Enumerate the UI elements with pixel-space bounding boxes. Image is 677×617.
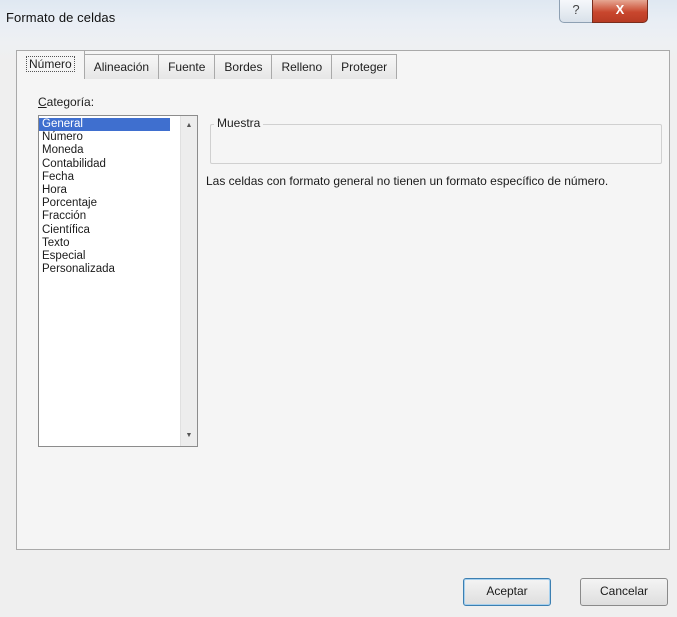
tab-fuente[interactable]: Fuente bbox=[158, 54, 216, 79]
category-item-porcentaje[interactable]: Porcentaje bbox=[39, 197, 177, 210]
help-icon: ? bbox=[572, 2, 580, 17]
category-item-moneda[interactable]: Moneda bbox=[39, 144, 177, 157]
scroll-down-icon[interactable]: ▼ bbox=[181, 428, 197, 444]
category-item-texto[interactable]: Texto bbox=[39, 237, 177, 250]
scroll-up-icon[interactable]: ▲ bbox=[181, 118, 197, 134]
category-item-general[interactable]: General bbox=[39, 118, 170, 132]
close-button[interactable]: X bbox=[592, 0, 648, 23]
cancel-button[interactable]: Cancelar bbox=[580, 578, 668, 606]
category-item-personalizada[interactable]: Personalizada bbox=[39, 263, 177, 276]
sample-box bbox=[210, 124, 662, 164]
category-item-especial[interactable]: Especial bbox=[39, 250, 177, 263]
tab-relleno[interactable]: Relleno bbox=[271, 54, 333, 79]
category-label-accesskey: C bbox=[38, 95, 47, 109]
category-list: General Número Moneda Contabilidad Fecha… bbox=[39, 118, 177, 276]
category-label-rest: ategoría: bbox=[46, 95, 95, 109]
tab-label: Número bbox=[26, 56, 75, 72]
tab-numero[interactable]: Número bbox=[16, 50, 85, 79]
tab-bordes[interactable]: Bordes bbox=[214, 54, 273, 79]
category-listbox[interactable]: General Número Moneda Contabilidad Fecha… bbox=[38, 115, 198, 447]
format-cells-dialog: Formato de celdas ? X Número Alineación … bbox=[0, 0, 677, 617]
help-button[interactable]: ? bbox=[559, 0, 593, 23]
category-item-numero[interactable]: Número bbox=[39, 131, 177, 144]
category-scrollbar[interactable]: ▲ ▼ bbox=[180, 116, 197, 446]
ok-button[interactable]: Aceptar bbox=[463, 578, 551, 606]
tab-strip: Número Alineación Fuente Bordes Relleno … bbox=[16, 50, 398, 79]
sample-label: Muestra bbox=[214, 116, 264, 130]
category-item-contabilidad[interactable]: Contabilidad bbox=[39, 158, 177, 171]
tab-proteger[interactable]: Proteger bbox=[331, 54, 398, 79]
category-item-fraccion[interactable]: Fracción bbox=[39, 210, 177, 223]
category-item-fecha[interactable]: Fecha bbox=[39, 171, 177, 184]
dialog-title: Formato de celdas bbox=[6, 10, 116, 25]
tab-alineacion[interactable]: Alineación bbox=[83, 54, 160, 79]
close-icon: X bbox=[615, 2, 625, 17]
category-item-hora[interactable]: Hora bbox=[39, 184, 177, 197]
category-label: Categoría: bbox=[38, 95, 94, 109]
format-description: Las celdas con formato general no tienen… bbox=[206, 174, 609, 188]
category-item-cientifica[interactable]: Científica bbox=[39, 224, 177, 237]
